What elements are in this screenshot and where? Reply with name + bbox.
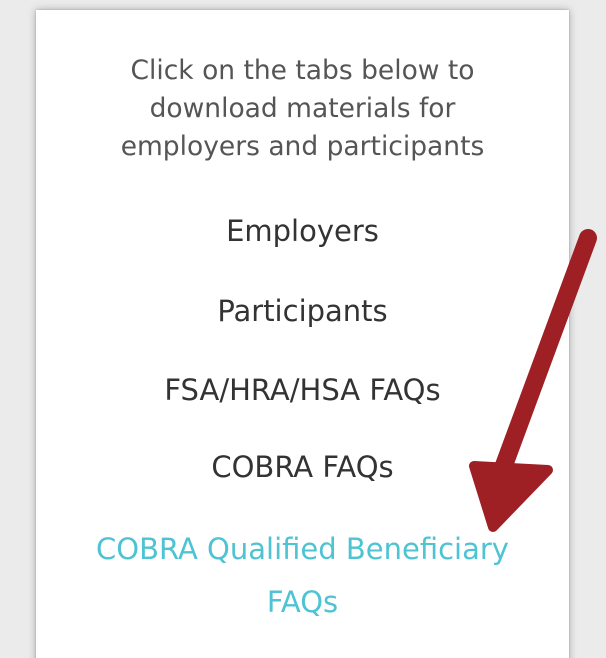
- intro-line: Click on the tabs below to: [130, 55, 475, 86]
- tab-cobra-qualified-beneficiary-faqs[interactable]: COBRA Qualified Beneficiary FAQs: [36, 523, 569, 629]
- tab-employers[interactable]: Employers: [36, 211, 569, 251]
- tab-label-line: COBRA Qualified Beneficiary: [96, 532, 509, 566]
- tab-cobra-faqs[interactable]: COBRA FAQs: [36, 447, 569, 487]
- intro-line: download materials for: [149, 93, 456, 124]
- intro-line: employers and participants: [120, 131, 485, 162]
- tab-label-line: FAQs: [266, 585, 339, 619]
- intro-text: Click on the tabs below to download mate…: [36, 52, 569, 166]
- tab-participants[interactable]: Participants: [36, 291, 569, 331]
- download-materials-panel: Click on the tabs below to download mate…: [36, 10, 569, 658]
- page: Click on the tabs below to download mate…: [0, 0, 606, 658]
- tab-fsa-hra-hsa-faqs[interactable]: FSA/HRA/HSA FAQs: [36, 370, 569, 410]
